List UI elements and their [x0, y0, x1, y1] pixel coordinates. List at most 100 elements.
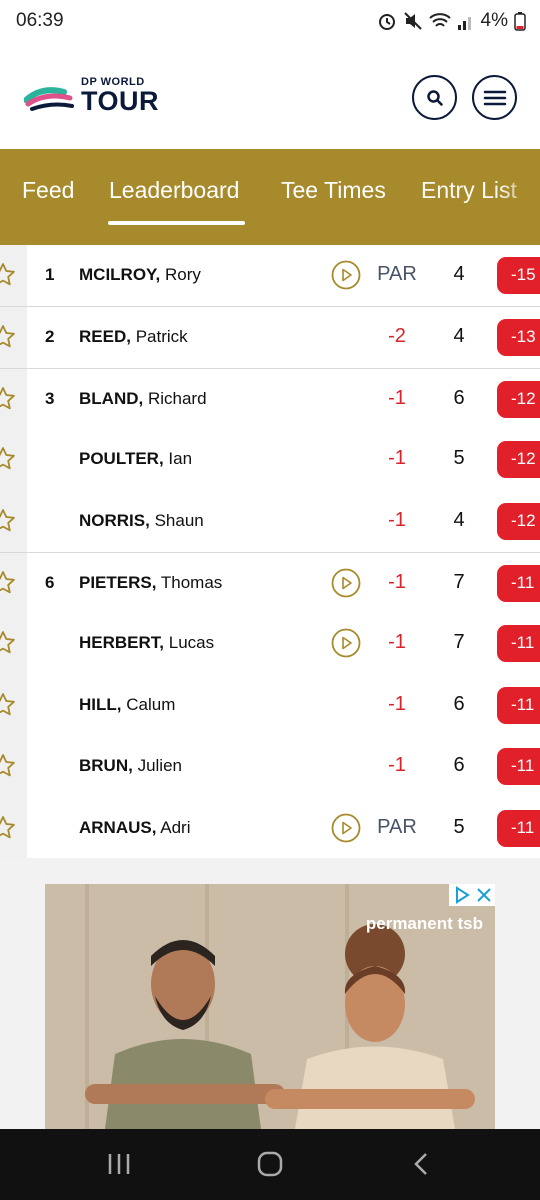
- player-name[interactable]: ARNAUS, Adri: [79, 818, 190, 838]
- ad-brand-text: permanent tsb: [365, 914, 483, 933]
- total-score-badge: -13: [497, 319, 540, 357]
- today-score: -1: [388, 571, 406, 593]
- player-first-name: Adri: [160, 817, 191, 837]
- position: 1: [45, 265, 55, 284]
- favourite-star-icon[interactable]: [0, 815, 16, 841]
- advertisement[interactable]: permanent tsb: [45, 884, 495, 1129]
- menu-button[interactable]: [472, 75, 517, 120]
- battery-icon: [514, 12, 526, 31]
- signal-icon: [457, 17, 471, 30]
- holes-played: 4: [453, 508, 465, 531]
- holes-played: 6: [453, 692, 465, 715]
- status-bar: 06:39 4%: [0, 0, 540, 44]
- player-name[interactable]: POULTER, Ian: [79, 449, 192, 469]
- tab-tee-times[interactable]: Tee Times: [281, 177, 386, 204]
- player-last-name: REED,: [79, 327, 131, 347]
- leaderboard-row[interactable]: 6 PIETERS, Thomas -1 7 -11: [0, 552, 540, 613]
- status-time: 06:39: [16, 10, 64, 31]
- alarm-icon: [378, 14, 395, 30]
- player-last-name: PIETERS,: [79, 573, 157, 592]
- search-button[interactable]: [412, 75, 457, 120]
- today-score: -2: [388, 325, 406, 348]
- active-tab-indicator: [108, 221, 245, 225]
- leaderboard-row[interactable]: POULTER, Ian -1 5 -12: [0, 429, 540, 490]
- ad-choices-icon: [456, 886, 470, 904]
- total-score-badge: -12: [497, 441, 540, 479]
- total-score-badge: -11: [497, 625, 540, 663]
- status-icons: 4%: [377, 10, 526, 32]
- leaderboard-row[interactable]: NORRIS, Shaun -1 4 -12: [0, 491, 540, 552]
- play-video-icon[interactable]: [331, 813, 361, 843]
- today-score: -1: [388, 386, 406, 409]
- player-last-name: NORRIS,: [79, 510, 150, 530]
- player-name[interactable]: MCILROY, Rory: [79, 265, 201, 285]
- ad-choices[interactable]: [449, 884, 495, 906]
- today-score: -1: [388, 508, 406, 531]
- total-score-badge: -12: [497, 502, 540, 540]
- player-name[interactable]: REED, Patrick: [79, 327, 188, 347]
- player-last-name: HERBERT,: [79, 633, 165, 653]
- player-name[interactable]: PIETERS, Thomas: [79, 573, 222, 593]
- play-video-icon[interactable]: [331, 568, 361, 598]
- tab-feed[interactable]: Feed: [22, 177, 74, 204]
- total-score-badge: -11: [497, 686, 540, 724]
- position: 3: [45, 388, 55, 408]
- play-video-icon[interactable]: [331, 628, 361, 658]
- player-name[interactable]: HILL, Calum: [79, 695, 175, 715]
- favourite-star-icon[interactable]: [0, 324, 16, 350]
- leaderboard-row[interactable]: ARNAUS, Adri PAR 5 -11: [0, 798, 540, 859]
- player-first-name: Julien: [137, 756, 182, 776]
- favourite-star-icon[interactable]: [0, 570, 16, 596]
- favourite-star-icon[interactable]: [0, 508, 16, 534]
- player-last-name: POULTER,: [79, 449, 164, 469]
- holes-played: 5: [453, 447, 465, 470]
- player-first-name: Patrick: [135, 327, 188, 347]
- leaderboard-row[interactable]: HILL, Calum -1 6 -11: [0, 675, 540, 736]
- favourite-star-icon[interactable]: [0, 692, 16, 718]
- holes-played: 4: [453, 263, 465, 285]
- mute-icon: [403, 12, 422, 30]
- player-last-name: MCILROY,: [79, 265, 161, 284]
- leaderboard-row[interactable]: 1 MCILROY, Rory PAR 4 -15: [0, 245, 540, 306]
- player-first-name: Lucas: [168, 633, 215, 653]
- close-icon: [477, 888, 491, 902]
- today-score: -1: [388, 631, 406, 654]
- holes-played: 4: [453, 325, 465, 348]
- total-score-badge: -15: [497, 257, 540, 294]
- total-score-badge: -12: [497, 380, 540, 418]
- favourite-star-icon[interactable]: [0, 386, 16, 412]
- favourite-star-icon[interactable]: [0, 630, 16, 656]
- tab-bar: Feed Leaderboard Tee Times Entry List: [0, 149, 540, 245]
- back-icon[interactable]: [407, 1149, 437, 1179]
- player-name[interactable]: BRUN, Julien: [79, 756, 182, 776]
- player-name[interactable]: BLAND, Richard: [79, 389, 207, 409]
- player-last-name: BLAND,: [79, 388, 144, 408]
- leaderboard-row[interactable]: BRUN, Julien -1 6 -11: [0, 736, 540, 797]
- play-video-icon[interactable]: [331, 260, 361, 290]
- leaderboard-row[interactable]: 3 BLAND, Richard -1 6 -12: [0, 367, 540, 429]
- battery-percent: 4%: [480, 10, 508, 31]
- tab-fade: [500, 149, 540, 245]
- leaderboard-row[interactable]: HERBERT, Lucas -1 7 -11: [0, 613, 540, 674]
- home-icon[interactable]: [255, 1149, 285, 1179]
- position: 6: [45, 573, 55, 592]
- player-last-name: ARNAUS,: [79, 817, 157, 837]
- player-first-name: Rory: [164, 265, 201, 284]
- player-first-name: Ian: [168, 449, 193, 469]
- leaderboard-row[interactable]: 2 REED, Patrick -2 4 -13: [0, 306, 540, 367]
- tab-leaderboard[interactable]: Leaderboard: [109, 177, 239, 204]
- system-nav-bar: [0, 1129, 540, 1200]
- leaderboard: 1 MCILROY, Rory PAR 4 -15 2 REED, Patrick -2 4 -1…: [0, 245, 540, 858]
- holes-played: 5: [453, 815, 465, 838]
- total-score-badge: -11: [497, 565, 540, 602]
- player-name[interactable]: NORRIS, Shaun: [79, 511, 204, 531]
- logo-swoosh-icon: [24, 87, 74, 111]
- recent-apps-icon[interactable]: [104, 1149, 134, 1179]
- favourite-star-icon[interactable]: [0, 446, 16, 472]
- favourite-star-icon[interactable]: [0, 262, 16, 288]
- dp-world-tour-logo[interactable]: DP WORLD TOUR: [24, 76, 174, 120]
- player-name[interactable]: HERBERT, Lucas: [79, 633, 214, 653]
- player-last-name: HILL,: [79, 694, 122, 714]
- player-first-name: Thomas: [160, 573, 223, 592]
- favourite-star-icon[interactable]: [0, 753, 16, 779]
